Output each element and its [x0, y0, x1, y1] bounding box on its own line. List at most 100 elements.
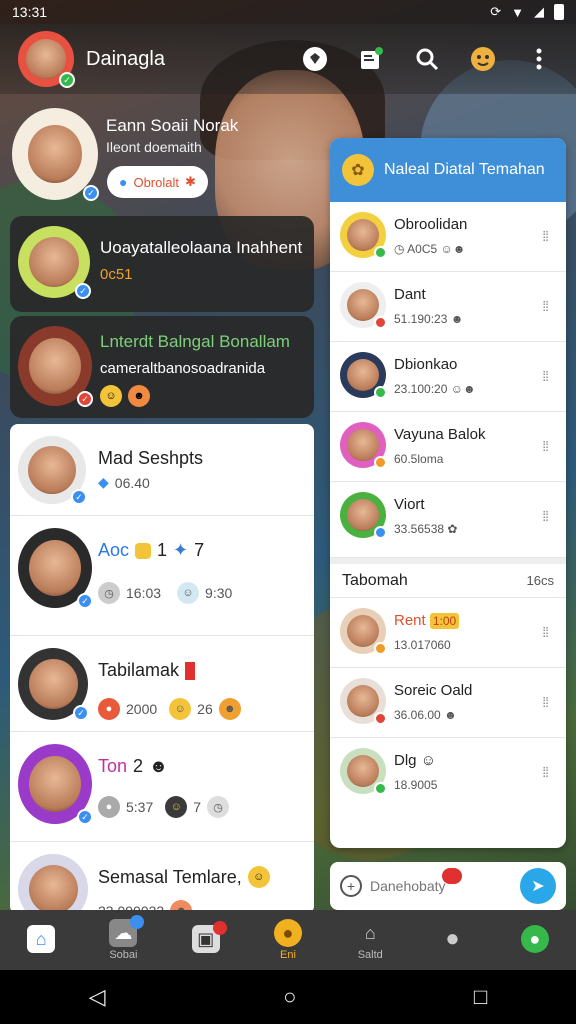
left-chat-list: ✓ Mad Seshpts ◆ 06.40 ✓ Aoc 1 ✦ 7 ◷ 16:0…: [10, 424, 314, 914]
chat-time-a: 5:37: [126, 799, 154, 815]
chat-action-button[interactable]: ● Obrolalt ✱: [107, 166, 208, 198]
avatar-mini-icon: ☺: [177, 582, 200, 604]
featured-subtitle-1: 0c51: [100, 266, 133, 283]
drag-handle-icon[interactable]: ⁞⁞: [542, 368, 549, 384]
nav-home[interactable]: ⌂: [6, 925, 76, 955]
coin-icon: ●: [273, 919, 302, 947]
shield-icon[interactable]: [300, 44, 330, 74]
sync-icon: ⟳: [490, 4, 502, 19]
list-item[interactable]: ✓ Ton 2 ☻ ● 5:37 ☺ 7 ◷: [10, 732, 314, 842]
chat-meta: 18.9005: [394, 778, 438, 792]
chat-avatar: ✓: [18, 436, 87, 505]
more-options-icon[interactable]: [524, 44, 554, 74]
chat-meta-a: 2000: [126, 701, 158, 717]
chat-avatar: [340, 422, 387, 469]
list-item[interactable]: Rent 1:00 13.017060 ⁞⁞: [330, 598, 566, 668]
chat-meta: A0C5: [407, 242, 438, 256]
featured-card-2[interactable]: ✓ Lnterdt Balngal Bonallam cameraltbanos…: [10, 316, 314, 418]
emoji-icon: ☺: [169, 698, 192, 720]
drag-handle-icon[interactable]: ⁞⁞: [542, 508, 549, 524]
emoji-icon[interactable]: [468, 44, 498, 74]
drag-handle-icon[interactable]: ⁞⁞: [542, 298, 549, 314]
drag-handle-icon[interactable]: ⁞⁞: [542, 438, 549, 454]
chat-name: Soreic Oald: [394, 682, 473, 699]
chat-meta-a: 2: [133, 756, 144, 776]
chat-name: Tabilamak: [98, 660, 180, 680]
nav-label: Sobai: [109, 949, 138, 961]
list-item[interactable]: Dant 51.190:23 ☻ ⁞⁞: [330, 272, 566, 342]
sparkle-icon: ✱: [185, 174, 196, 189]
section-header: Tabomah 16cs: [330, 558, 566, 598]
list-item[interactable]: Vayuna Balok 60.5loma ⁞⁞: [330, 412, 566, 482]
chat-name: Dlg: [394, 752, 417, 769]
list-item[interactable]: Obroolidan ◷ A0C5 ☺☻ ⁞⁞: [330, 202, 566, 272]
user-avatar[interactable]: ✓: [18, 31, 75, 88]
search-icon[interactable]: [412, 44, 442, 74]
chat-action-label: Obrolalt: [133, 174, 179, 190]
chat-time-b: 9:30: [205, 585, 233, 601]
list-item[interactable]: Soreic Oald 36.06.00 ☻ ⁞⁞: [330, 668, 566, 738]
profile-avatar[interactable]: ✓: [12, 108, 99, 201]
list-item[interactable]: Dlg ☺ 18.9005 ⁞⁞: [330, 738, 566, 808]
list-item[interactable]: Dbionkao 23.100:20 ☺☻ ⁞⁞: [330, 342, 566, 412]
nav-label: Saltd: [357, 949, 383, 961]
nav-coins[interactable]: ● Eni: [253, 919, 323, 961]
drag-handle-icon[interactable]: ⁞⁞: [542, 764, 549, 780]
chat-name: Dant: [394, 286, 426, 303]
recents-icon[interactable]: □: [474, 984, 487, 1010]
nav-place[interactable]: ⌂ Saltd: [335, 919, 405, 962]
featured-avatar-2: ✓: [18, 326, 93, 407]
drag-handle-icon[interactable]: ⁞⁞: [542, 624, 549, 640]
chat-name: Aoc: [98, 540, 130, 560]
send-icon: ➤: [531, 878, 545, 895]
contacts-icon[interactable]: [356, 44, 386, 74]
emoji-icon: ☺: [247, 866, 270, 888]
list-item[interactable]: ✓ Mad Seshpts ◆ 06.40: [10, 424, 314, 516]
list-item[interactable]: Semasal Temlare, ☺ 23.090033 ☻: [10, 842, 314, 914]
drag-handle-icon[interactable]: ⁞⁞: [542, 694, 549, 710]
chat-name: Ton: [98, 756, 128, 776]
profile-name: Eann Soaii Norak: [106, 116, 239, 135]
message-input[interactable]: [370, 878, 490, 894]
clock-icon: ◷: [98, 582, 120, 604]
chat-meta: 06.40: [114, 474, 150, 491]
chat-avatar: ✓: [18, 648, 89, 721]
battery-icon: [554, 4, 564, 20]
clock-icon: ◷: [394, 242, 408, 256]
nav-media[interactable]: ▣: [171, 921, 241, 955]
chat-avatar: ✓: [18, 528, 93, 609]
chat-avatar: [340, 748, 387, 795]
home-button-icon[interactable]: ○: [283, 984, 296, 1010]
chat-meta: 51.190:23: [394, 312, 448, 326]
chat-meta-b: 7: [194, 540, 205, 560]
list-item[interactable]: Viort 33.56538 ✿ ⁞⁞: [330, 482, 566, 558]
time-icon: ◆: [98, 474, 109, 490]
chat-meta: 23.100:20: [394, 382, 448, 396]
featured-card-1[interactable]: ✓ Uoayatalleolaana Inahhent 0c51: [10, 216, 314, 312]
section-title: Tabomah: [342, 571, 408, 589]
group-icon: ✿: [342, 154, 374, 186]
chat-meta-a: 1: [157, 540, 168, 560]
online-badge: ✓: [59, 72, 75, 88]
chat-avatar: [340, 352, 387, 399]
back-icon[interactable]: ◁: [89, 984, 106, 1010]
send-button[interactable]: ➤: [520, 868, 556, 904]
section-time: 16cs: [526, 573, 554, 588]
nav-chats[interactable]: ☁ Sobai: [88, 915, 158, 961]
nav-label: Eni: [280, 949, 296, 961]
featured-title-2: Lnterdt Balngal Bonallam: [100, 332, 290, 351]
system-nav-bar: ◁ ○ □: [0, 970, 576, 1024]
drag-handle-icon[interactable]: ⁞⁞: [542, 228, 549, 244]
chat-avatar: [340, 608, 387, 655]
panel-title: Naleal Diatal Temahan: [384, 161, 545, 178]
compose-bar: + ➤: [330, 862, 566, 910]
list-item[interactable]: ✓ Aoc 1 ✦ 7 ◷ 16:03 ☺ 9:30: [10, 516, 314, 636]
nav-messenger[interactable]: ●: [500, 925, 570, 955]
nav-profile[interactable]: ●: [418, 925, 488, 955]
add-icon[interactable]: +: [340, 875, 362, 897]
bottom-nav: ⌂ ☁ Sobai ▣ ● Eni ⌂ Saltd ● ●: [0, 910, 576, 970]
chat-avatar: [340, 212, 387, 259]
featured-subtitle-2: cameraltbanosoadranida: [100, 360, 266, 377]
chat-tag: 1:00: [429, 613, 460, 629]
list-item[interactable]: ✓ Tabilamak ● 2000 ☺ 26 ☻: [10, 636, 314, 732]
